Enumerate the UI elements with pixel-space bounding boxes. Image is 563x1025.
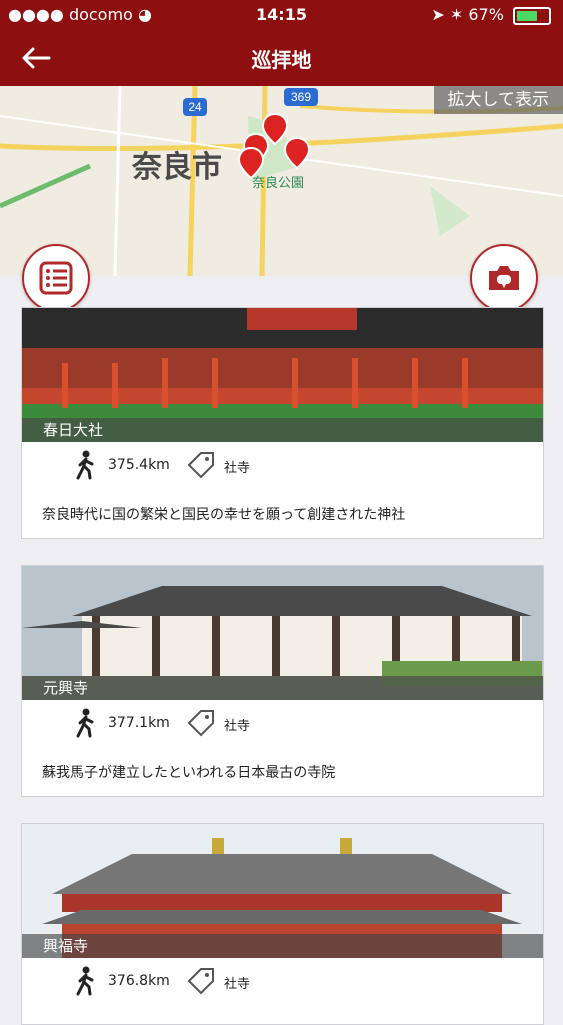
place-meta: 376.8km 社寺 [22,958,543,1002]
place-meta: 377.1km 社寺 [22,700,543,744]
battery-icon [513,7,551,25]
place-distance: 376.8km [108,973,170,989]
list-icon [38,260,74,296]
place-card[interactable]: 春日大社 375.4km 社寺 奈良時代に国の繁栄と国民の幸せを願って創建された… [21,307,544,539]
tag-icon [186,966,216,996]
walking-icon [74,708,96,738]
list-view-button[interactable] [22,244,90,312]
tag-icon [186,450,216,480]
battery-fill [517,11,537,21]
walking-icon [74,966,96,996]
place-distance: 377.1km [108,715,170,731]
place-name: 春日大社 [22,418,543,442]
place-meta: 375.4km 社寺 [22,442,543,486]
place-name: 元興寺 [22,676,543,700]
place-category: 社寺 [224,715,250,734]
battery-percent: 67% [468,5,504,24]
place-photo: 元興寺 [22,566,543,700]
road-label-369: 369 [291,90,311,104]
camera-button[interactable] [470,244,538,312]
status-bar: ●●●● docomo ◕ 14:15 ➤ ✶ 67% [0,0,563,30]
place-photo: 興福寺 [22,824,543,958]
map-view[interactable]: 24 369 奈良市 奈良公園 拡大して表示 [0,86,563,276]
road-label-24: 24 [188,100,202,114]
map-park-label: 奈良公園 [252,172,304,191]
status-right: ➤ ✶ 67% [431,5,551,25]
place-description: 蘇我馬子が建立したといわれる日本最古の寺院 [42,762,335,782]
place-name: 興福寺 [22,934,543,958]
location-icon: ➤ [431,5,444,24]
place-card[interactable]: 興福寺 376.8km 社寺 [21,823,544,1025]
place-card[interactable]: 元興寺 377.1km 社寺 蘇我馬子が建立したといわれる日本最古の寺院 [21,565,544,797]
place-photo: 春日大社 [22,308,543,442]
bluetooth-icon: ✶ [450,5,463,24]
page-title: 巡拝地 [0,44,563,73]
map-city-label: 奈良市 [132,142,222,186]
tag-icon [186,708,216,738]
nav-header: 巡拝地 [0,30,563,86]
expand-map-button[interactable]: 拡大して表示 [434,86,563,114]
place-category: 社寺 [224,457,250,476]
walking-icon [74,450,96,480]
place-description: 奈良時代に国の繁栄と国民の幸せを願って創建された神社 [42,504,405,524]
place-distance: 375.4km [108,457,170,473]
camera-icon [486,263,522,293]
place-category: 社寺 [224,973,250,992]
